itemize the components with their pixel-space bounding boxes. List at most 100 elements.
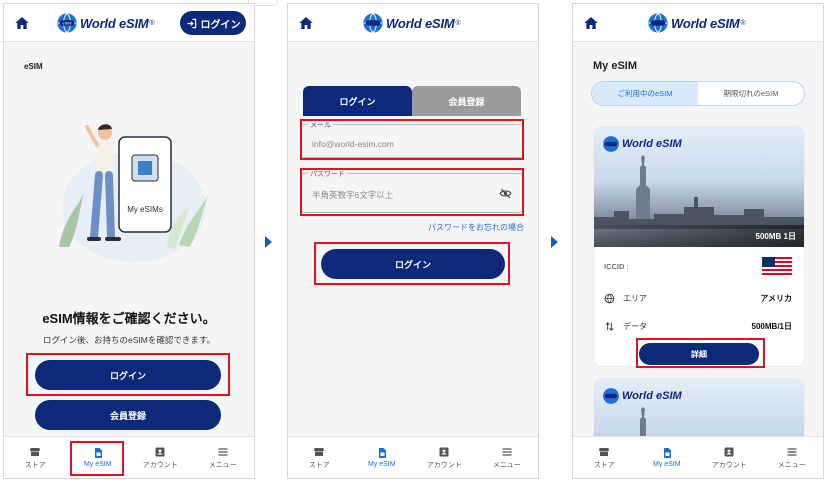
page-title: eSIM情報をご確認ください。 <box>42 311 216 326</box>
nav-label-account: アカウント <box>142 461 178 469</box>
nav-item-store[interactable]: ストア <box>573 437 636 478</box>
section-label: eSIM <box>24 62 43 71</box>
store-icon <box>30 447 41 456</box>
account-icon <box>724 447 734 456</box>
nav-item-my-esim[interactable]: My eSIM <box>636 437 699 478</box>
main-content: eSIM My eSIMs eSIM情報をご確認ください。 ログイン後、お持ちの… <box>4 42 254 436</box>
menu-icon <box>218 447 228 456</box>
nav-label-my-esim: My eSIM <box>652 461 681 468</box>
globe-logo-icon <box>603 136 619 152</box>
nav-label-my-esim: My eSIM <box>83 461 112 468</box>
app-header: World eSIM ® <box>573 4 823 42</box>
nav-label-menu: メニュー <box>492 461 521 469</box>
us-flag-icon <box>762 257 792 275</box>
main-content: ログイン 会員登録 メール info@world-esim.com パスワード … <box>288 42 538 436</box>
home-icon[interactable] <box>583 15 599 31</box>
nav-item-menu[interactable]: メニュー <box>476 437 539 478</box>
plan-badge: 500MB 1日 <box>755 232 796 241</box>
nav-item-my-esim[interactable]: My eSIM <box>351 437 414 478</box>
brand-name: World eSIM <box>671 15 740 31</box>
logo-chip-text: eSIM <box>63 21 72 25</box>
illustration-label: My eSIMs <box>127 205 163 214</box>
nav-label-store: ストア <box>24 461 46 469</box>
nav-label-my-esim: My eSIM <box>367 461 396 468</box>
nav-label-menu: メニュー <box>208 461 237 469</box>
sim-card-icon <box>94 448 102 458</box>
card-brand-name: World eSIM <box>622 138 682 150</box>
page-title: My eSIM <box>593 60 638 72</box>
nav-item-menu[interactable]: メニュー <box>192 437 255 478</box>
nav-item-account[interactable]: アカウント <box>698 437 761 478</box>
password-field[interactable]: パスワード 半角英数字6文字以上 <box>301 169 523 213</box>
registered-mark: ® <box>455 19 461 27</box>
login-button[interactable]: ログイン <box>35 360 221 390</box>
area-row: エリア アメリカ <box>604 289 792 307</box>
account-icon <box>439 447 449 456</box>
password-label: パスワード <box>308 169 347 179</box>
main-content: My eSIM ご利用中のeSIM 期限切れのeSIM World eSIM 5… <box>573 42 823 478</box>
nav-item-store[interactable]: ストア <box>288 437 351 478</box>
data-label: データ <box>623 321 647 331</box>
skyline-icon <box>594 197 804 229</box>
page-subtitle: ログイン後、お持ちのeSIMを確認できます。 <box>43 335 215 345</box>
nav-label-store: ストア <box>308 461 330 469</box>
data-value: 500MB/1日 <box>751 321 792 331</box>
nav-label-menu: メニュー <box>777 461 806 469</box>
brand-logo[interactable]: World eSIM ® <box>362 12 461 34</box>
email-placeholder: info@world-esim.com <box>312 139 394 149</box>
esim-status-segment: ご利用中のeSIM 期限切れのeSIM <box>591 81 805 106</box>
step-arrow-1-icon <box>265 236 272 248</box>
sim-card-icon <box>378 448 386 458</box>
nav-label-store: ストア <box>593 461 615 469</box>
nav-label-account: アカウント <box>711 461 747 469</box>
app-header: eSIM World eSIM ® ログイン <box>4 4 254 42</box>
brand-logo[interactable]: eSIM World eSIM ® <box>56 12 155 34</box>
brand-name: World eSIM <box>386 15 455 31</box>
tab-register[interactable]: 会員登録 <box>412 86 521 116</box>
tab-login[interactable]: ログイン <box>303 86 412 116</box>
menu-icon <box>502 447 512 456</box>
email-label: メール <box>308 120 333 130</box>
brand-name: World eSIM <box>80 15 149 31</box>
esim-card[interactable]: World eSIM 500MB 1日 ICCID : エリア アメリカ データ… <box>593 126 805 367</box>
iccid-label: ICCID : <box>604 261 629 271</box>
nav-item-account[interactable]: アカウント <box>413 437 476 478</box>
nav-item-store[interactable]: ストア <box>4 437 67 478</box>
segment-active-esim[interactable]: ご利用中のeSIM <box>592 82 698 105</box>
register-button[interactable]: 会員登録 <box>35 400 221 430</box>
screen-my-esim: World eSIM ® My eSIM ご利用中のeSIM 期限切れのeSIM … <box>572 3 824 479</box>
globe-logo-icon <box>363 13 383 33</box>
globe-icon <box>604 293 615 303</box>
card-logo: World eSIM <box>602 387 682 405</box>
login-submit-button[interactable]: ログイン <box>321 249 505 279</box>
header-login-button[interactable]: ログイン <box>180 11 246 35</box>
account-icon <box>155 447 165 456</box>
globe-logo-icon <box>603 388 619 404</box>
card-brand-name: World eSIM <box>622 390 682 402</box>
nav-item-my-esim[interactable]: My eSIM <box>67 437 130 478</box>
area-value: アメリカ <box>760 293 792 303</box>
illustration-person-phone-icon: My eSIMs <box>59 124 209 262</box>
home-icon[interactable] <box>14 15 30 31</box>
tutorial-stage: eSIM World eSIM ® ログイン eSIM My eSIMs eSI… <box>0 0 827 482</box>
card-logo: World eSIM <box>602 135 682 153</box>
nav-item-account[interactable]: アカウント <box>129 437 192 478</box>
eye-off-icon[interactable] <box>499 187 512 200</box>
forgot-password-link[interactable]: パスワードをお忘れの場合 <box>428 222 524 233</box>
area-label: エリア <box>623 293 647 303</box>
segment-expired-esim[interactable]: 期限切れのeSIM <box>698 82 804 105</box>
screen-login-prompt: eSIM World eSIM ® ログイン eSIM My eSIMs eSI… <box>3 3 255 479</box>
store-icon <box>314 447 325 456</box>
card-image: World eSIM 500MB 1日 <box>594 127 804 247</box>
step-arrow-2-icon <box>551 236 558 248</box>
globe-logo-icon: eSIM <box>57 13 77 33</box>
bottom-nav: ストア My eSIM アカウント メニュー <box>573 436 823 478</box>
sim-card-icon <box>663 448 671 458</box>
email-field[interactable]: メール info@world-esim.com <box>301 120 523 158</box>
data-transfer-icon <box>605 321 614 331</box>
brand-logo[interactable]: World eSIM ® <box>647 12 746 34</box>
login-icon <box>186 18 196 28</box>
detail-button[interactable]: 詳細 <box>639 343 759 365</box>
home-icon[interactable] <box>298 15 314 31</box>
nav-item-menu[interactable]: メニュー <box>761 437 824 478</box>
